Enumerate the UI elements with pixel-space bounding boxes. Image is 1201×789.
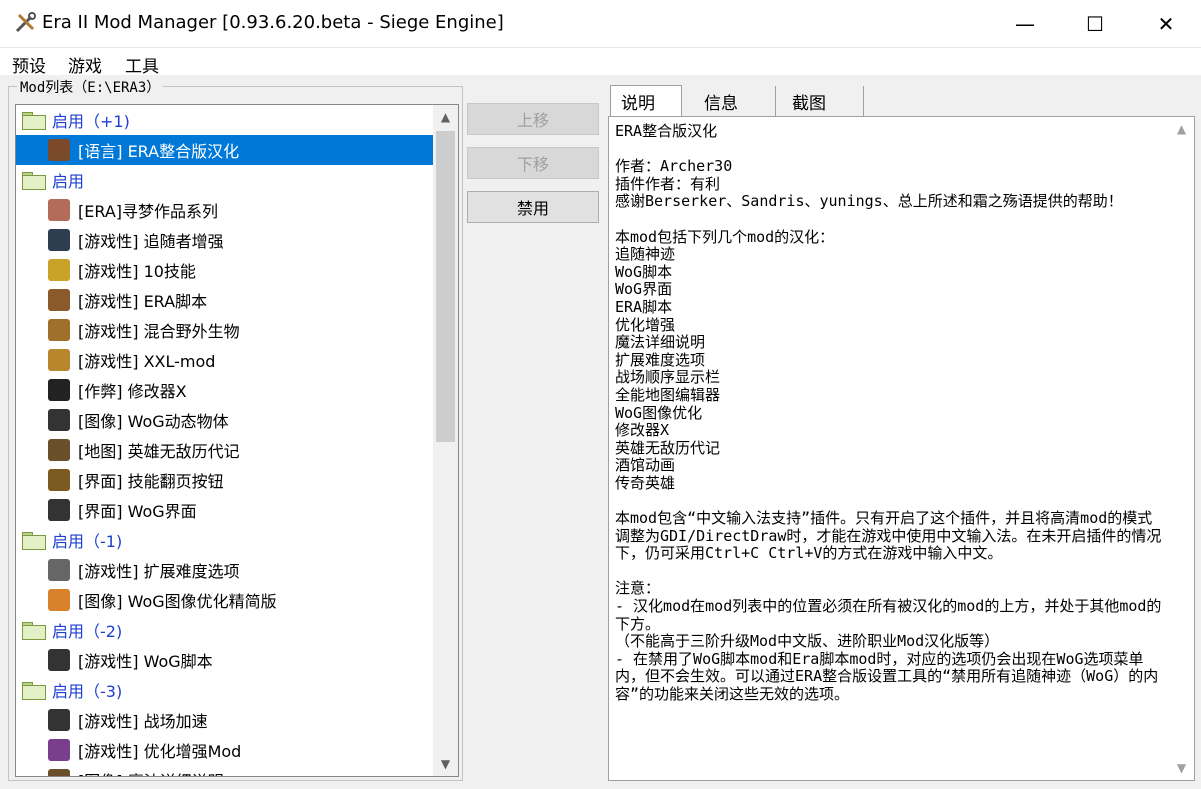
list-item[interactable]: [作弊] 修改器X	[16, 375, 433, 405]
list-item-label: [界面] 技能翻页按钮	[78, 472, 224, 491]
tab-bar: 说明 信息 截图	[608, 85, 1193, 117]
move-up-button[interactable]: 上移	[467, 103, 599, 135]
portrait-icon	[48, 199, 70, 221]
list-item-label: [地图] 英雄无敌历代记	[78, 442, 240, 461]
list-item-label: [游戏性] WoG脚本	[78, 652, 213, 671]
maximize-button[interactable]: ☐	[1060, 0, 1130, 47]
menu-presets[interactable]: 预设	[12, 52, 46, 77]
list-item[interactable]: [界面] 技能翻页按钮	[16, 465, 433, 495]
list-item-label: 启用	[52, 172, 85, 191]
book-icon	[48, 439, 70, 461]
close-button[interactable]: ✕	[1131, 0, 1201, 47]
list-item[interactable]: [地图] 英雄无敌历代记	[16, 435, 433, 465]
list-item-label: 启用（+1)	[52, 112, 130, 131]
description-scrollbar[interactable]: ▲ ▼	[1169, 117, 1194, 780]
tab-info[interactable]: 信息	[694, 86, 776, 116]
desc-scroll-down-icon[interactable]: ▼	[1169, 756, 1194, 780]
description-text: ERA整合版汉化 作者：Archer30 插件作者：有利 感谢Berserker…	[615, 122, 1162, 703]
list-item[interactable]: [ERA]寻梦作品系列	[16, 195, 433, 225]
gems-icon	[48, 739, 70, 761]
language-icon	[48, 139, 70, 161]
list-item-label: 启用（-1)	[52, 532, 123, 551]
group-header[interactable]: 启用（+1)	[16, 105, 433, 135]
folder-icon	[22, 682, 46, 700]
list-item[interactable]: [游戏性] ERA脚本	[16, 285, 433, 315]
list-item[interactable]: [游戏性] 10技能	[16, 255, 433, 285]
wog-icon	[48, 409, 70, 431]
scroll-icon	[48, 259, 70, 281]
knight-icon	[48, 559, 70, 581]
wog-icon	[48, 499, 70, 521]
folder-icon	[22, 112, 46, 130]
mod-list[interactable]: 启用（+1) [语言] ERA整合版汉化启用 [ERA]寻梦作品系列 [游戏性] 追随…	[15, 104, 459, 777]
menu-bar: 预设 游戏 工具	[0, 47, 1201, 77]
list-item[interactable]: [界面] WoG界面	[16, 495, 433, 525]
list-item[interactable]: [游戏性] WoG脚本	[16, 645, 433, 675]
list-item-label: [图像] WoG图像优化精简版	[78, 592, 277, 611]
list-item-label: [ERA]寻梦作品系列	[78, 202, 219, 221]
menu-game[interactable]: 游戏	[68, 52, 102, 77]
move-down-button[interactable]: 下移	[467, 147, 599, 179]
list-item-label: [图像] 魔法详细说明	[78, 768, 224, 776]
title-bar: Era II Mod Manager [0.93.6.20.beta - Sie…	[0, 0, 1201, 47]
desc-scroll-up-icon[interactable]: ▲	[1169, 117, 1194, 141]
list-item-label: [游戏性] ERA脚本	[78, 292, 208, 311]
mod-list-caption: Mod列表（E:\ERA3）	[17, 77, 164, 97]
list-item-label: 启用（-3)	[52, 682, 123, 701]
creature-icon	[48, 319, 70, 341]
button-icon	[48, 469, 70, 491]
list-item-label: [游戏性] 战场加速	[78, 712, 208, 731]
scroll-up-icon[interactable]: ▲	[433, 105, 458, 129]
folder-icon	[22, 532, 46, 550]
list-item[interactable]: [图像] 魔法详细说明	[16, 765, 433, 776]
list-item-label: 启用（-2)	[52, 622, 123, 641]
list-item-label: [图像] WoG动态物体	[78, 412, 229, 431]
scroll-down-icon[interactable]: ▼	[433, 752, 458, 776]
list-item[interactable]: [游戏性] 混合野外生物	[16, 315, 433, 345]
list-item-label: [作弊] 修改器X	[78, 382, 187, 401]
list-item-label: [语言] ERA整合版汉化	[78, 142, 240, 161]
mod-list-scrollbar[interactable]: ▲ ▼	[433, 105, 458, 776]
list-item-label: [游戏性] 追随者增强	[78, 232, 224, 251]
minimize-button[interactable]: —	[990, 0, 1060, 47]
list-item-label: [游戏性] 扩展难度选项	[78, 562, 240, 581]
description-panel[interactable]: ERA整合版汉化 作者：Archer30 插件作者：有利 感谢Berserker…	[608, 116, 1195, 781]
folder-icon	[22, 172, 46, 190]
disable-button[interactable]: 禁用	[467, 191, 599, 223]
list-item-label: [游戏性] 10技能	[78, 262, 196, 281]
wog-icon	[48, 649, 70, 671]
group-header[interactable]: 启用（-3)	[16, 675, 433, 705]
list-item[interactable]: [游戏性] 战场加速	[16, 705, 433, 735]
list-item[interactable]: [游戏性] XXL-mod	[16, 345, 433, 375]
list-item-label: [游戏性] XXL-mod	[78, 352, 216, 371]
menu-tools[interactable]: 工具	[125, 52, 159, 77]
list-item[interactable]: [语言] ERA整合版汉化	[16, 135, 433, 165]
group-header[interactable]: 启用（-1)	[16, 525, 433, 555]
list-item-label: [游戏性] 混合野外生物	[78, 322, 240, 341]
list-item[interactable]: [游戏性] 追随者增强	[16, 225, 433, 255]
mod-list-rows: 启用（+1) [语言] ERA整合版汉化启用 [ERA]寻梦作品系列 [游戏性] 追随…	[16, 105, 433, 776]
folder-icon	[22, 622, 46, 640]
list-item[interactable]: [图像] WoG动态物体	[16, 405, 433, 435]
scroll-thumb[interactable]	[436, 131, 455, 442]
rune-icon	[48, 289, 70, 311]
group-header[interactable]: 启用（-2)	[16, 615, 433, 645]
book-icon	[48, 769, 70, 776]
list-item[interactable]: [游戏性] 优化增强Mod	[16, 735, 433, 765]
figure-icon	[48, 229, 70, 251]
frame-icon	[48, 349, 70, 371]
list-item-label: [界面] WoG界面	[78, 502, 197, 521]
tab-description[interactable]: 说明	[610, 85, 682, 117]
list-item[interactable]: [游戏性] 扩展难度选项	[16, 555, 433, 585]
runner-icon	[48, 709, 70, 731]
tab-screenshots[interactable]: 截图	[782, 86, 864, 116]
window-title: Era II Mod Manager [0.93.6.20.beta - Sie…	[42, 12, 504, 33]
group-header[interactable]: 启用	[16, 165, 433, 195]
skull-icon	[48, 379, 70, 401]
list-item[interactable]: [图像] WoG图像优化精简版	[16, 585, 433, 615]
tools-icon	[15, 12, 36, 33]
list-item-label: [游戏性] 优化增强Mod	[78, 742, 242, 761]
fire-icon	[48, 589, 70, 611]
